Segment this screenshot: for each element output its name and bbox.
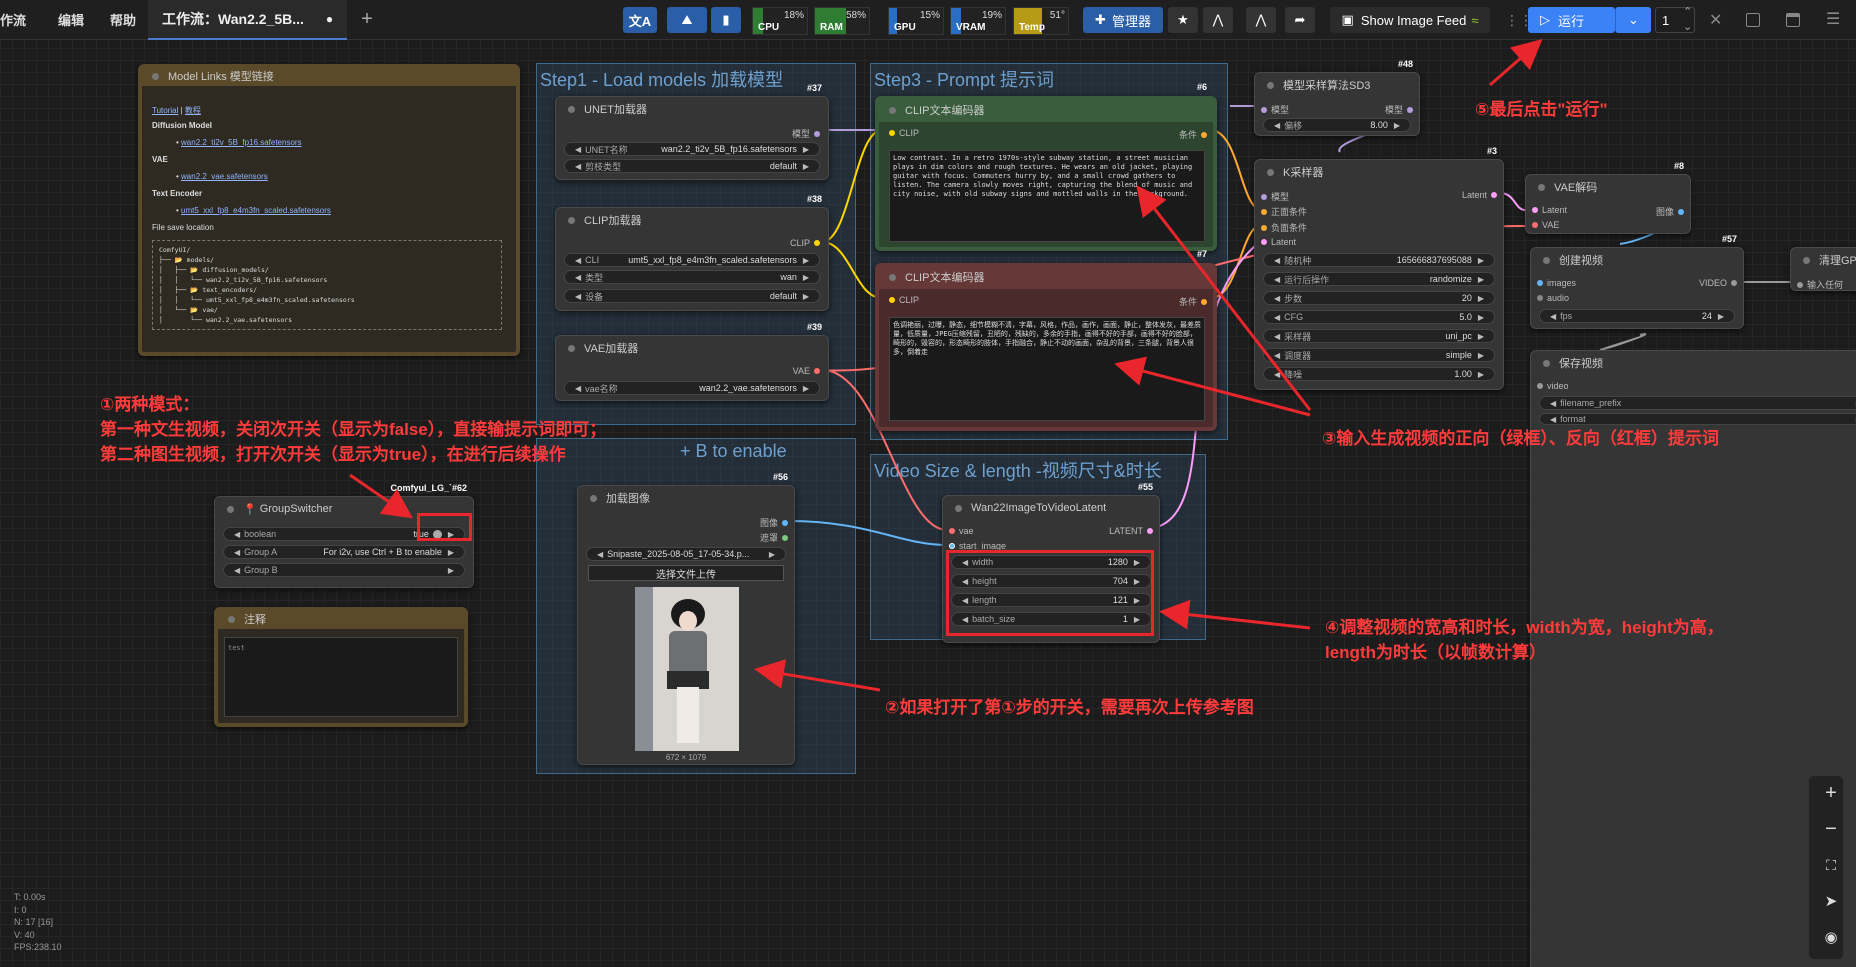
meter-value: 51° bbox=[1049, 10, 1065, 21]
annotation-arrows bbox=[349, 39, 1543, 692]
stat-v: V: 40 bbox=[14, 929, 35, 940]
meter-temp: Temp 51° bbox=[1013, 7, 1069, 35]
annotation-3: ③输入生成视频的正向（绿框）、反向（红框）提示词 bbox=[1322, 429, 1719, 448]
zoom-out-icon[interactable]: − bbox=[1818, 816, 1844, 842]
meter-ram: RAM 58% bbox=[814, 7, 870, 35]
visibility-icon[interactable]: ◉ bbox=[1818, 924, 1844, 950]
fit-view-icon[interactable]: ⛶ bbox=[1818, 852, 1844, 878]
canvas-stats: T: 0.00s I: 0 N: 17 [16] V: 40 FPS:238.1… bbox=[14, 891, 62, 954]
meter-label: CPU bbox=[758, 22, 780, 33]
meter-gpu: GPU 15% bbox=[888, 7, 944, 35]
meter-value: 18% bbox=[783, 10, 804, 21]
meter-cpu: CPU 18% bbox=[752, 7, 808, 35]
meter-value: 15% bbox=[919, 10, 940, 21]
meter-value: 58% bbox=[845, 10, 866, 21]
annotation-1-line2: 第二种图生视频，打开次开关（显示为true），在进行后续操作 bbox=[100, 445, 566, 464]
annotation-1-line1: 第一种文生视频，关闭次开关（显示为false），直接输提示词即可； bbox=[100, 420, 607, 439]
meter-label: VRAM bbox=[956, 22, 986, 33]
meter-label: Temp bbox=[1019, 22, 1045, 33]
meter-vram: VRAM 19% bbox=[950, 7, 1006, 35]
pointer-mode-icon[interactable]: ➤ bbox=[1818, 888, 1844, 914]
canvas[interactable]: 作流 编辑 帮助 工作流：Wan2.2_5B... ● + 文A ⛰ ▮ ✚ 管… bbox=[0, 0, 1856, 967]
meter-value: 19% bbox=[981, 10, 1002, 21]
stat-fps: FPS:238.10 bbox=[14, 942, 62, 952]
meter-label: GPU bbox=[894, 22, 916, 33]
meter-label: RAM bbox=[820, 22, 843, 33]
annotation-4-line1: ④调整视频的宽高和时长，width为宽，height为高， bbox=[1325, 618, 1724, 637]
stat-nodes: N: 17 [16] bbox=[14, 917, 54, 927]
stat-i: I: 0 bbox=[14, 904, 27, 915]
zoom-in-icon[interactable]: + bbox=[1818, 780, 1844, 806]
annotation-4-line2: length为时长（以帧数计算） bbox=[1325, 643, 1546, 662]
annotation-2: ②如果打开了第①步的开关，需要再次上传参考图 bbox=[885, 698, 1254, 717]
stat-time: T: 0.00s bbox=[14, 892, 46, 902]
annotation-5: ⑤最后点击"运行" bbox=[1475, 100, 1608, 119]
annotation-1-title: ①两种模式： bbox=[100, 395, 200, 414]
